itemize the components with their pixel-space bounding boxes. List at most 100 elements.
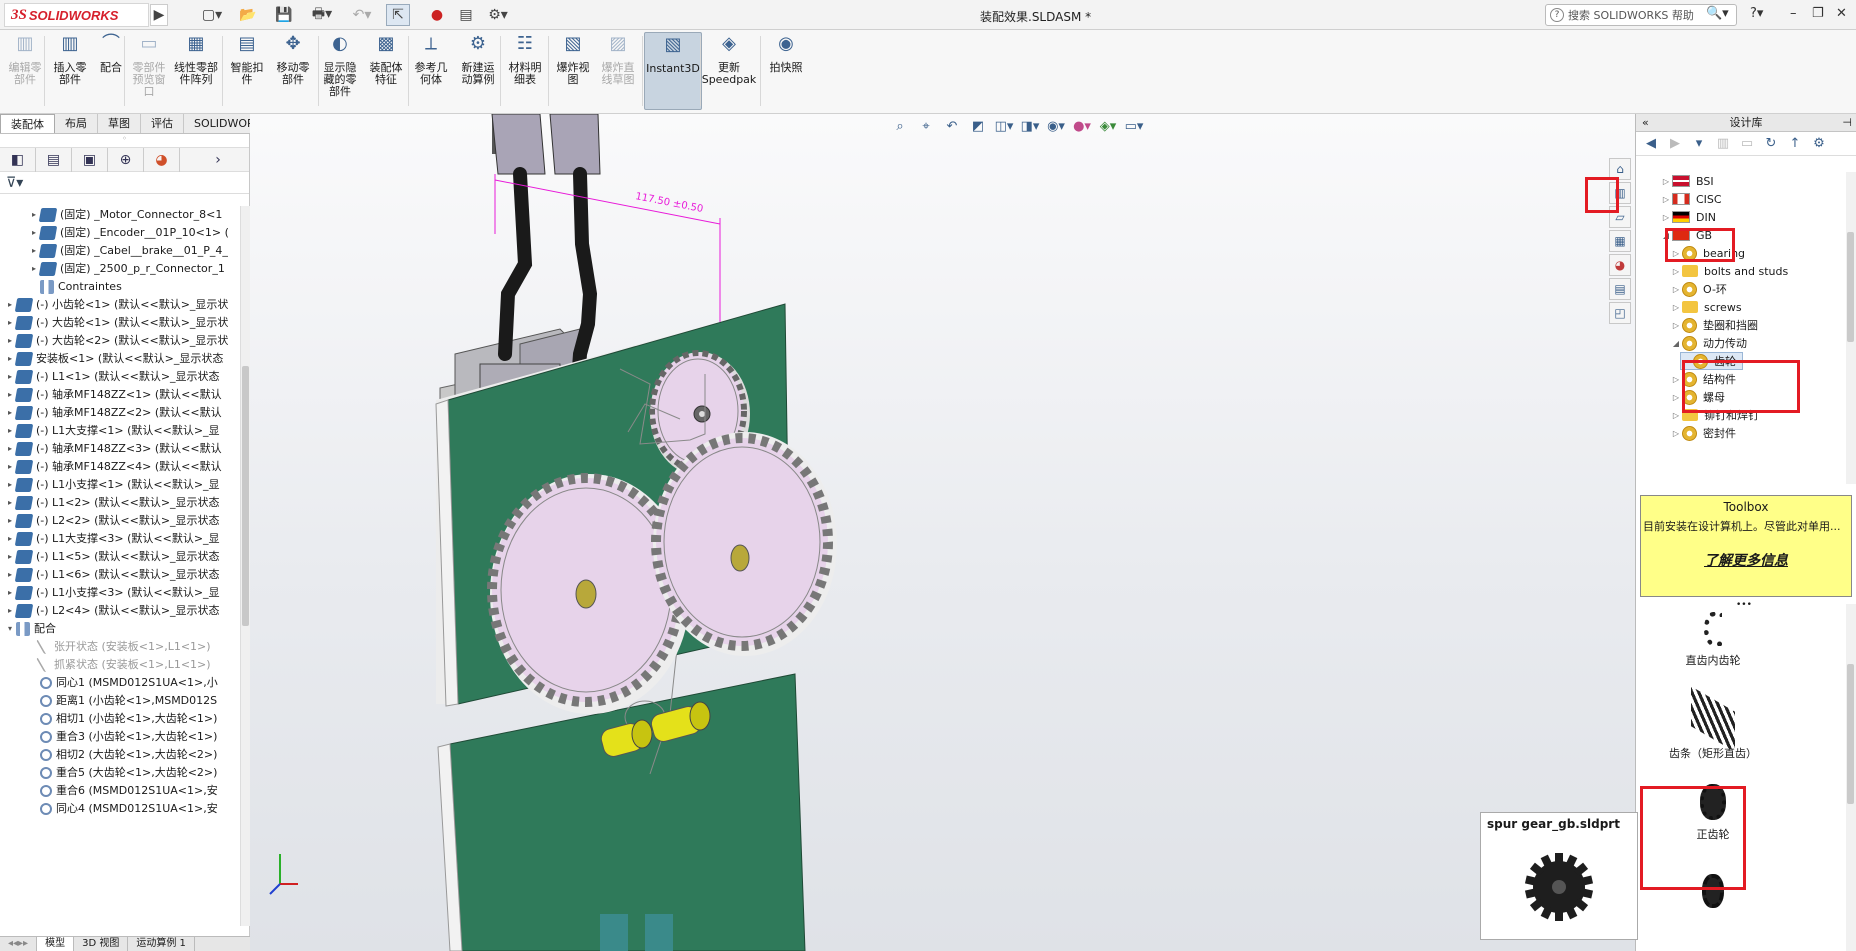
- ribbon-button-12[interactable]: ▧ 爆炸视 图: [552, 32, 594, 86]
- ribbon-button-5[interactable]: ▤ 智能扣 件: [226, 32, 268, 86]
- large-gear-2[interactable]: [651, 432, 837, 656]
- library-item[interactable]: ▷ CISC: [1660, 190, 1722, 208]
- expand-arrow-icon[interactable]: ▾: [4, 620, 16, 638]
- rebuild-icon[interactable]: ●: [428, 4, 446, 26]
- dimension-value[interactable]: 117.50 ±0.50: [634, 191, 704, 215]
- tree-item[interactable]: 距离1 (小齿轮<1>,MSMD012S: [28, 692, 238, 710]
- appearances-icon[interactable]: ◕: [1609, 254, 1631, 276]
- mounting-plate-lower[interactable]: [437, 673, 806, 951]
- tree-item[interactable]: ▸ (-) L2<4> (默认<<默认>_显示状态: [4, 602, 238, 620]
- cable-left[interactable]: [491, 114, 546, 361]
- tab-2[interactable]: 草图: [98, 114, 141, 133]
- library-scrollbar-thumb[interactable]: [1847, 232, 1854, 342]
- select-icon[interactable]: ⇱: [386, 4, 410, 26]
- expand-arrow-icon[interactable]: ▷: [1670, 321, 1682, 330]
- tree-item[interactable]: ▸ (-) 小齿轮<1> (默认<<默认>_显示状: [4, 296, 238, 314]
- pin-icon[interactable]: ⊣: [1842, 114, 1852, 132]
- expand-arrow-icon[interactable]: ▷: [1670, 267, 1682, 276]
- expand-arrow-icon[interactable]: ▷: [1660, 213, 1672, 222]
- ribbon-button-1[interactable]: ▥ 插入零 部件: [48, 32, 92, 86]
- apply-scene-icon[interactable]: ◈▾: [1098, 118, 1118, 136]
- ribbon-button-7[interactable]: ◐ 显示隐 藏的零 部件: [318, 32, 362, 98]
- view-palette-icon[interactable]: ▦: [1609, 230, 1631, 252]
- parts-scrollbar-thumb[interactable]: [1847, 664, 1854, 804]
- tree-scrollbar[interactable]: [240, 206, 250, 926]
- tree-item[interactable]: ▸ 安装板<1> (默认<<默认>_显示状态: [4, 350, 238, 368]
- library-item[interactable]: ◢ 动力传动: [1670, 334, 1747, 352]
- display-manager-icon[interactable]: ◕: [144, 147, 180, 172]
- property-manager-icon[interactable]: ▤: [36, 147, 72, 172]
- expand-arrow-icon[interactable]: ▷: [1670, 411, 1682, 420]
- filter-icon[interactable]: ⊽▾: [0, 172, 249, 194]
- print-icon[interactable]: 🖶▾: [308, 4, 336, 26]
- dimxpert-manager-icon[interactable]: ⊕: [108, 147, 144, 172]
- ribbon-button-13[interactable]: ▨ 爆炸直 线草图: [596, 32, 640, 86]
- edit-appearance-icon[interactable]: ●▾: [1072, 118, 1092, 136]
- ribbon-button-8[interactable]: ▩ 装配体 特征: [364, 32, 408, 86]
- library-item[interactable]: ▷ 垫圈和挡圈: [1670, 316, 1758, 334]
- tree-item[interactable]: ▸ (-) L1小支撑<1> (默认<<默认>_显: [4, 476, 238, 494]
- tree-item[interactable]: ▸ (-) L1大支撑<3> (默认<<默认>_显: [4, 530, 238, 548]
- help-menu-icon[interactable]: ?▾: [1750, 6, 1763, 21]
- previous-view-icon[interactable]: ↶: [942, 118, 962, 136]
- open-icon[interactable]: 📂: [236, 4, 260, 26]
- bottom-tab-1[interactable]: 3D 视图: [74, 937, 129, 951]
- tab-3[interactable]: 评估: [141, 114, 184, 133]
- hide-show-items-icon[interactable]: ◉▾: [1046, 118, 1066, 136]
- tree-item[interactable]: ▸ (-) L1<1> (默认<<默认>_显示状态: [4, 368, 238, 386]
- tree-scrollbar-thumb[interactable]: [242, 366, 249, 626]
- tree-item[interactable]: ▸ (-) L2<2> (默认<<默认>_显示状态: [4, 512, 238, 530]
- forward-icon[interactable]: ▶: [1666, 136, 1684, 151]
- ribbon-button-15[interactable]: ◈ 更新 Speedpak: [702, 32, 757, 86]
- part-rack[interactable]: 齿条（矩形直齿）: [1658, 686, 1768, 761]
- tree-item[interactable]: 同心4 (MSMD012S1UA<1>,安: [28, 800, 238, 818]
- library-item[interactable]: ▷ screws: [1670, 298, 1742, 316]
- zoom-to-fit-icon[interactable]: ⌕: [890, 118, 910, 136]
- parts-scrollbar[interactable]: [1846, 604, 1856, 951]
- tree-item[interactable]: ▸ (-) L1<2> (默认<<默认>_显示状态: [4, 494, 238, 512]
- expand-arrow-icon[interactable]: ▷: [1670, 393, 1682, 402]
- ribbon-button-2[interactable]: ⌒ 配合: [94, 32, 128, 74]
- undo-icon[interactable]: ↶▾: [348, 4, 376, 26]
- file-properties-icon[interactable]: ▤: [456, 4, 476, 26]
- bottom-scroll-arrows[interactable]: ◂◂▸▸: [0, 937, 38, 951]
- ribbon-button-16[interactable]: ◉ 拍快照: [764, 32, 808, 74]
- panel-handle[interactable]: ◦: [0, 134, 249, 148]
- tree-item[interactable]: ▸ (-) L1<6> (默认<<默认>_显示状态: [4, 566, 238, 584]
- add-location-icon[interactable]: ▾: [1690, 136, 1708, 151]
- ribbon-button-3[interactable]: ▭ 零部件 预览窗 口: [130, 32, 168, 98]
- menu-expand-icon[interactable]: ▶: [150, 4, 168, 26]
- tree-item[interactable]: 同心1 (MSMD012S1UA<1>,小: [28, 674, 238, 692]
- tab-1[interactable]: 布局: [55, 114, 98, 133]
- restore-icon[interactable]: ❐: [1812, 6, 1824, 21]
- tree-item[interactable]: ▸ (-) 大齿轮<1> (默认<<默认>_显示状: [4, 314, 238, 332]
- forum-icon[interactable]: ◰: [1609, 302, 1631, 324]
- library-item[interactable]: ▷ O-环: [1670, 280, 1727, 298]
- learn-more-link[interactable]: 了解更多信息: [1641, 550, 1851, 570]
- tree-item[interactable]: ▸ (-) 轴承MF148ZZ<4> (默认<<默认: [4, 458, 238, 476]
- tree-item[interactable]: Contraintes: [28, 278, 238, 296]
- expand-arrow-icon[interactable]: ▷: [1670, 429, 1682, 438]
- settings-icon[interactable]: ⚙: [1810, 136, 1828, 151]
- ribbon-button-4[interactable]: ▦ 线性零部 件阵列: [168, 32, 224, 86]
- tree-item[interactable]: ▸ (-) L1小支撑<3> (默认<<默认>_显: [4, 584, 238, 602]
- refresh-icon[interactable]: ↻: [1762, 136, 1780, 151]
- collapse-pane-icon[interactable]: «: [1642, 114, 1649, 132]
- ribbon-button-11[interactable]: ☷ 材料明 细表: [504, 32, 546, 86]
- tree-item[interactable]: ▸ (-) 轴承MF148ZZ<1> (默认<<默认: [4, 386, 238, 404]
- tree-item[interactable]: 重合3 (小齿轮<1>,大齿轮<1>): [28, 728, 238, 746]
- tree-item[interactable]: ▾ 配合: [4, 620, 238, 638]
- view-settings-icon[interactable]: ▭▾: [1124, 118, 1144, 136]
- tree-item[interactable]: 重合5 (大齿轮<1>,大齿轮<2>): [28, 764, 238, 782]
- expand-arrow-icon[interactable]: ▷: [1660, 177, 1672, 186]
- ribbon-button-6[interactable]: ✥ 移动零 部件: [270, 32, 316, 86]
- close-icon[interactable]: ✕: [1836, 6, 1847, 21]
- zoom-to-area-icon[interactable]: ⌖: [916, 118, 936, 136]
- add-to-library-icon[interactable]: ▥: [1714, 136, 1732, 151]
- options-icon[interactable]: ⚙▾: [484, 4, 512, 26]
- tree-item[interactable]: 抓紧状态 (安装板<1>,L1<1>): [28, 656, 238, 674]
- expand-arrow-icon[interactable]: ▷: [1670, 303, 1682, 312]
- tree-item[interactable]: ▸ (固定) _Motor_Connector_8<1: [28, 206, 238, 224]
- bottom-tab-2[interactable]: 运动算例 1: [128, 937, 195, 951]
- panel-expand-icon[interactable]: ›: [200, 148, 236, 172]
